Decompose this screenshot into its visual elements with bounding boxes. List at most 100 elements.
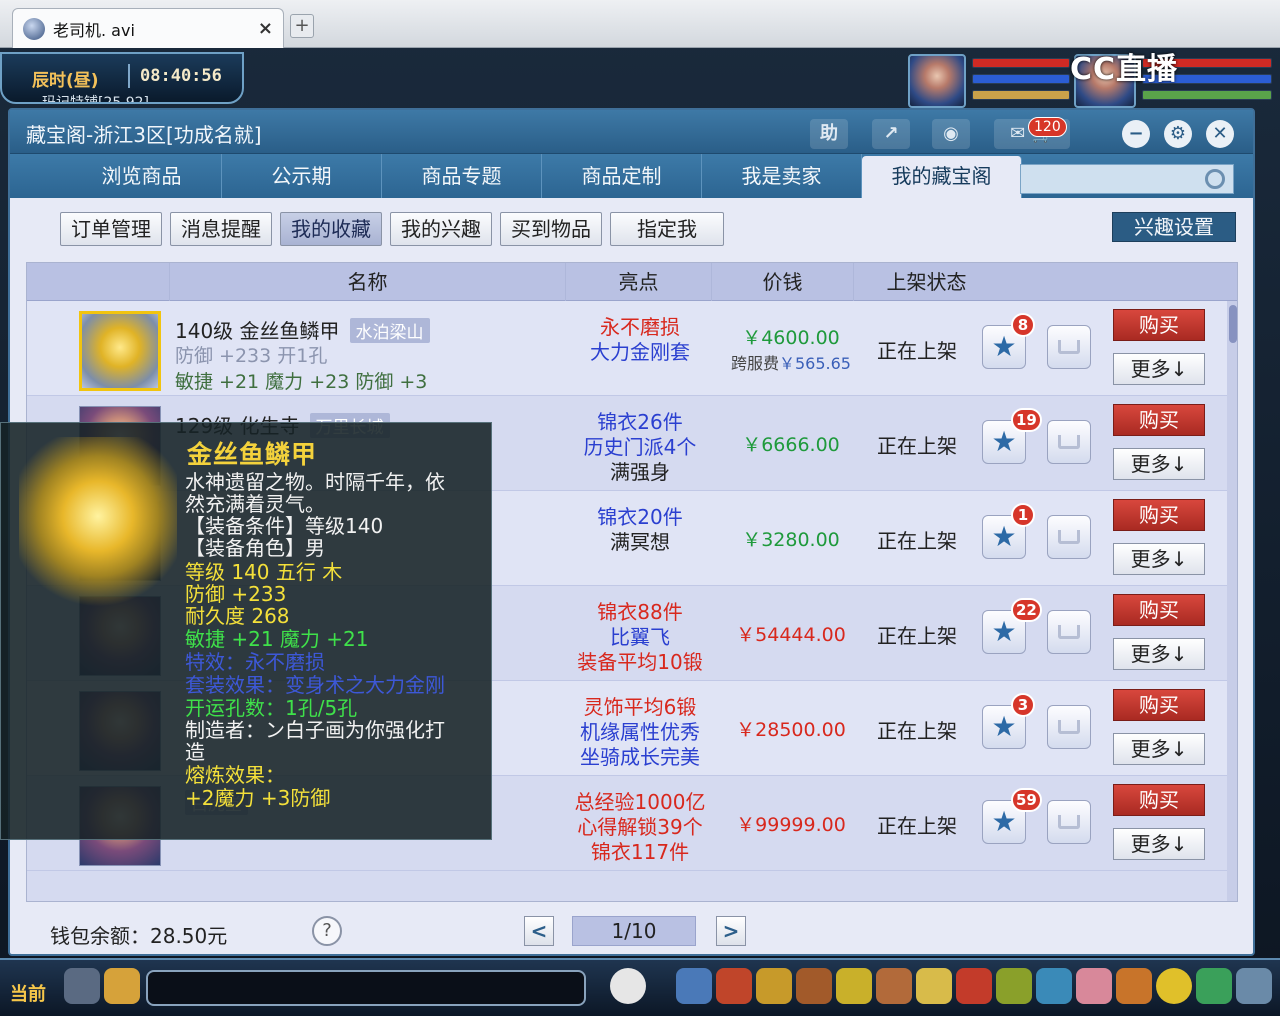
game-screen: 老司机. avi × + 辰时(昼) 08:40:56 玛记特铺[25,92] … <box>0 0 1280 1016</box>
help-button[interactable]: 助 <box>810 119 848 149</box>
cart-icon[interactable] <box>1047 515 1091 559</box>
item-avatar[interactable] <box>79 311 161 391</box>
friend-icon[interactable] <box>876 968 912 1004</box>
col-name: 名称 <box>169 263 565 301</box>
more-button[interactable]: 更多↓ <box>1113 543 1205 575</box>
cart-shape <box>1058 720 1080 734</box>
favorite-count-badge: 22 <box>1011 598 1042 622</box>
more-button[interactable]: 更多↓ <box>1113 353 1205 385</box>
trade-icon[interactable] <box>756 968 792 1004</box>
skill-icon[interactable] <box>996 968 1032 1004</box>
record-icon[interactable]: ◉ <box>932 119 970 149</box>
price-value: ￥54444.00 <box>736 624 846 646</box>
price-cell: ￥28500.00 <box>717 681 865 776</box>
minimize-icon[interactable]: − <box>1122 120 1150 148</box>
close-tab-icon[interactable]: × <box>258 18 273 39</box>
tab-custom-order[interactable]: 商品定制 <box>542 154 702 198</box>
tooltip-line: 水神遗留之物。时隔千年，依 <box>185 470 445 494</box>
highlight-line: 锦衣117件 <box>590 840 690 864</box>
buy-button[interactable]: 购买 <box>1113 784 1205 816</box>
tooltip-line: 敏捷 +21 魔力 +21 <box>185 627 369 651</box>
pet-menu-icon[interactable] <box>836 968 872 1004</box>
favorite-count-badge: 19 <box>1011 408 1042 432</box>
help-icon[interactable]: ? <box>312 916 342 946</box>
cart-icon[interactable] <box>1047 705 1091 749</box>
browser-tab[interactable]: 老司机. avi × <box>12 8 284 48</box>
price-value: ￥28500.00 <box>736 719 846 741</box>
tab-special-topics[interactable]: 商品专题 <box>382 154 542 198</box>
attack-icon[interactable] <box>676 968 712 1004</box>
more-button[interactable]: 更多↓ <box>1113 733 1205 765</box>
tooltip-line: 熔炼效果： <box>185 763 285 787</box>
mail-icon[interactable] <box>1036 968 1072 1004</box>
highlight-cell: 灵饰平均6锻 机缘属性优秀 坐骑成长完美 <box>559 695 721 770</box>
buy-button[interactable]: 购买 <box>1113 499 1205 531</box>
interest-settings-button[interactable]: 兴趣设置 <box>1112 212 1236 242</box>
cart-shape <box>1058 625 1080 639</box>
search-input[interactable] <box>1021 165 1201 193</box>
tab-browse[interactable]: 浏览商品 <box>62 154 222 198</box>
computer-icon[interactable] <box>1236 968 1272 1004</box>
highlight-line: 心得解锁39个 <box>577 815 703 839</box>
table-header: 名称 亮点 价钱 上架状态 <box>27 263 1237 301</box>
subtab-favorites[interactable]: 我的收藏 <box>280 212 382 246</box>
more-button[interactable]: 更多↓ <box>1113 828 1205 860</box>
buy-button[interactable]: 购买 <box>1113 689 1205 721</box>
subtab-designated[interactable]: 指定我 <box>610 212 724 246</box>
item-name[interactable]: 140级 金丝鱼鳞甲 水泊梁山 <box>175 315 430 344</box>
subtab-interests[interactable]: 我的兴趣 <box>390 212 492 246</box>
listing-status: 正在上架 <box>877 624 957 648</box>
more-button[interactable]: 更多↓ <box>1113 638 1205 670</box>
prev-page-button[interactable]: < <box>524 916 554 946</box>
table-scrollbar[interactable] <box>1227 301 1237 901</box>
chat-input-bar[interactable] <box>146 970 586 1006</box>
price-cell: ￥99999.00 <box>717 776 865 871</box>
chat-channel-label[interactable]: 当前 <box>10 980 46 1006</box>
cart-icon[interactable] <box>1047 420 1091 464</box>
tab-my-pavilion[interactable]: 我的藏宝阁 <box>862 156 1022 198</box>
table-row[interactable]: 140级 金丝鱼鳞甲 水泊梁山 防御 +233 开1孔 敏捷 +21 魔力 +23 防… <box>27 301 1227 396</box>
gang-icon[interactable] <box>956 968 992 1004</box>
tooltip-line: 套装效果：变身术之大力金刚 <box>185 673 445 697</box>
tooltip-line: +2魔力 +3防御 <box>185 786 331 810</box>
cart-icon[interactable] <box>1047 610 1091 654</box>
tooltip-line: 耐久度 268 <box>185 604 290 628</box>
cart-icon[interactable] <box>1047 800 1091 844</box>
smile-icon[interactable] <box>1156 968 1192 1004</box>
listing-status: 正在上架 <box>877 814 957 838</box>
peach-icon[interactable] <box>1076 968 1112 1004</box>
shop-icon[interactable] <box>1196 968 1232 1004</box>
page-indicator: 1/10 <box>572 916 696 946</box>
player-portrait[interactable] <box>908 54 966 108</box>
new-tab-button[interactable]: + <box>290 14 314 38</box>
team-icon[interactable] <box>796 968 832 1004</box>
game-time-panel: 辰时(昼) 08:40:56 玛记特铺[25,92] <box>0 52 244 104</box>
microphone-icon[interactable] <box>64 968 100 1004</box>
subtab-notifications[interactable]: 消息提醒 <box>170 212 272 246</box>
subtab-purchased[interactable]: 买到物品 <box>500 212 602 246</box>
quest-icon[interactable] <box>916 968 952 1004</box>
tab-public-period[interactable]: 公示期 <box>222 154 382 198</box>
pet-icon[interactable] <box>610 968 646 1004</box>
cart-icon[interactable] <box>1047 325 1091 369</box>
system-icon[interactable] <box>1116 968 1152 1004</box>
share-icon[interactable]: ↗ <box>872 119 910 149</box>
bag-icon[interactable] <box>716 968 752 1004</box>
settings-icon[interactable]: ⚙ <box>1164 120 1192 148</box>
buy-button[interactable]: 购买 <box>1113 309 1205 341</box>
subtab-orders[interactable]: 订单管理 <box>60 212 162 246</box>
emote-icon[interactable] <box>104 968 140 1004</box>
item-tooltip: 金丝鱼鳞甲 水神遗留之物。时隔千年，依 然充满着灵气。 【装备条件】等级140 【装备… <box>0 422 492 840</box>
cart-shape <box>1058 530 1080 544</box>
next-page-button[interactable]: > <box>716 916 746 946</box>
buy-button[interactable]: 购买 <box>1113 404 1205 436</box>
more-button[interactable]: 更多↓ <box>1113 448 1205 480</box>
scroll-thumb[interactable] <box>1229 305 1237 343</box>
close-window-icon[interactable]: ✕ <box>1206 120 1234 148</box>
search-icon[interactable] <box>1205 169 1225 189</box>
tooltip-line: 防御 +233 <box>185 582 287 606</box>
buy-button[interactable]: 购买 <box>1113 594 1205 626</box>
tab-seller[interactable]: 我是卖家 <box>702 154 862 198</box>
highlight-cell: 锦衣26件 历史门派4个 满强身 <box>559 410 721 485</box>
pet-exp-bar <box>1142 90 1272 100</box>
